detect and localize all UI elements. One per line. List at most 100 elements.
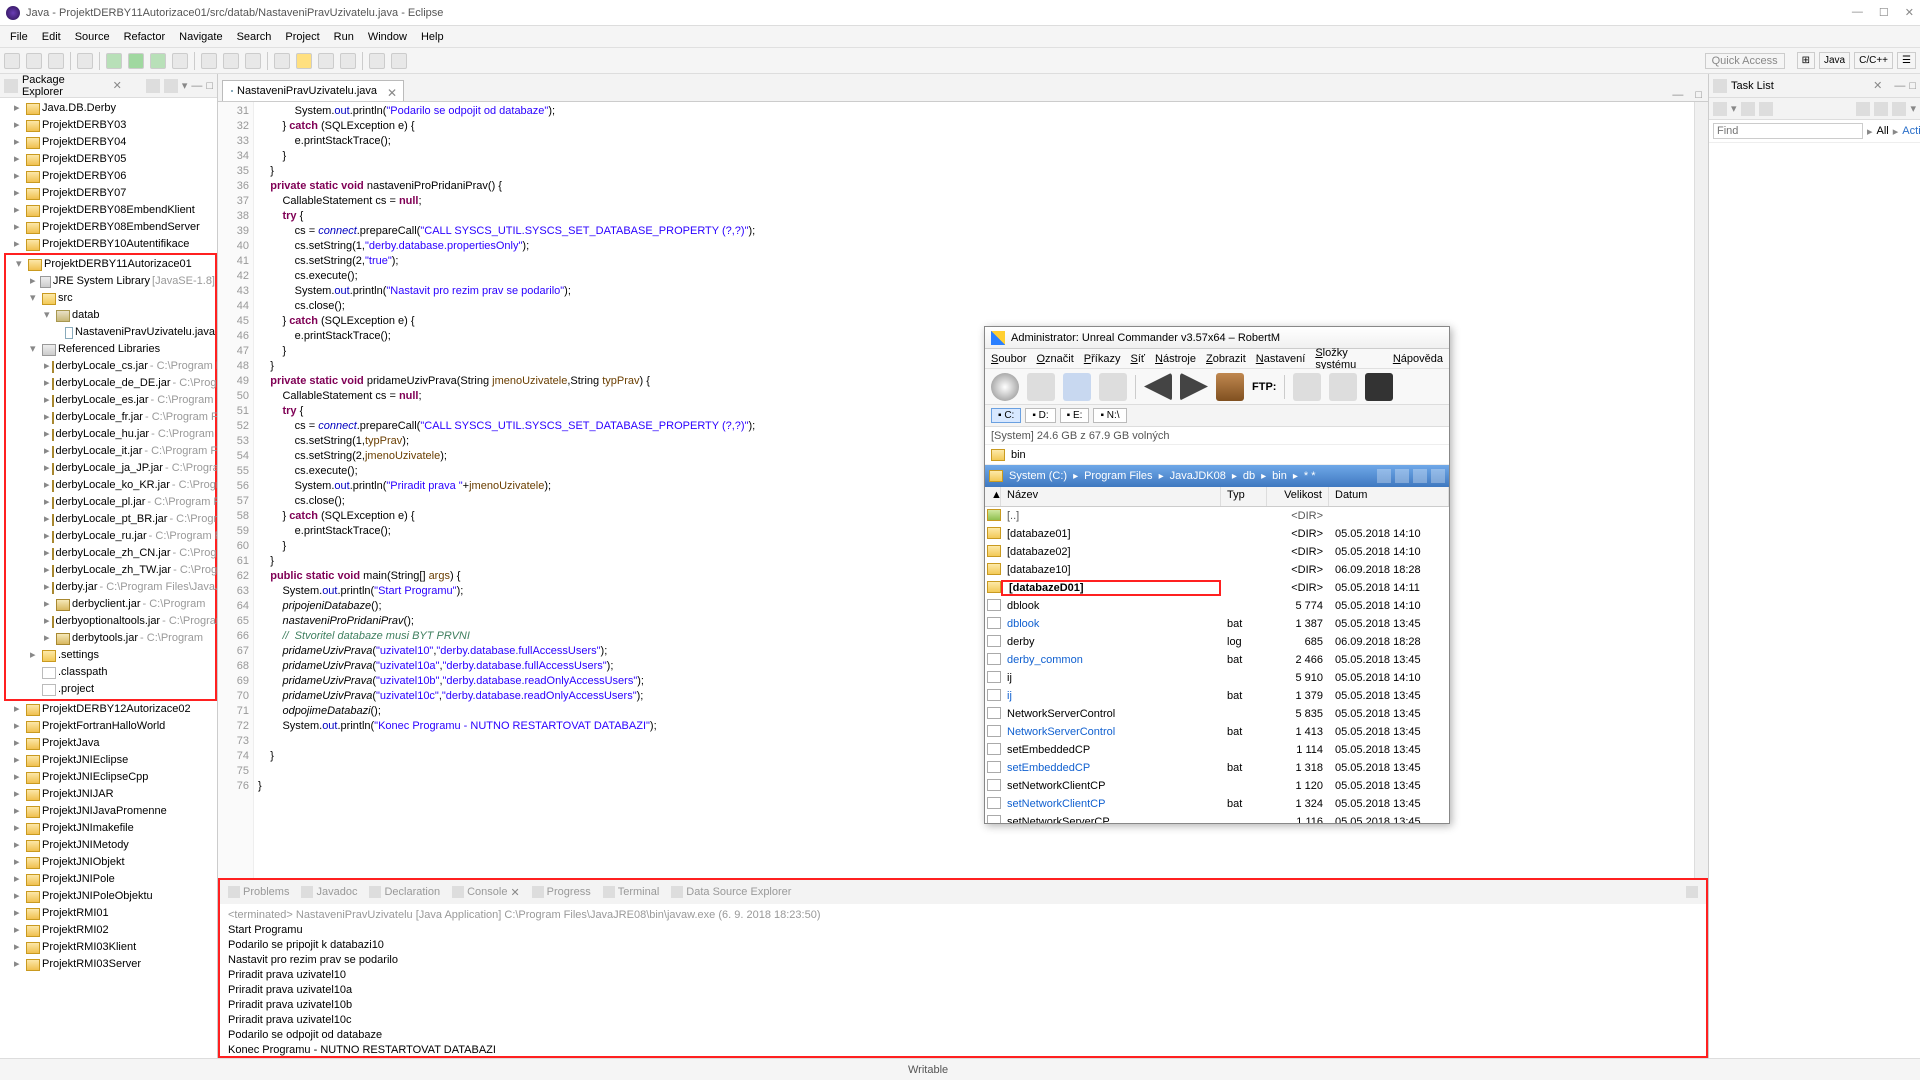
new-package-icon[interactable]	[201, 53, 217, 69]
crumb-seg[interactable]: System (C:)	[1009, 470, 1067, 482]
bottom-tab-terminal[interactable]: Terminal	[603, 886, 660, 898]
tree-item[interactable]: ▸ProjektJNIJAR	[4, 786, 217, 803]
copy-icon[interactable]	[1395, 469, 1409, 483]
tree-item[interactable]: ▸ProjektJNIEclipse	[4, 752, 217, 769]
file-row[interactable]: NetworkServerControlbat1 41305.05.2018 1…	[985, 723, 1449, 741]
col-type[interactable]: Typ	[1221, 487, 1267, 506]
tree-item[interactable]: ▸Java.DB.Derby	[4, 100, 217, 117]
tree-item[interactable]: ▸derbyLocale_de_DE.jar - C:\Program Fil	[6, 375, 215, 392]
cm-menu-příkazy[interactable]: Příkazy	[1084, 353, 1121, 365]
file-row[interactable]: NetworkServerControl5 83505.05.2018 13:4…	[985, 705, 1449, 723]
view-mode-3-icon[interactable]	[1099, 373, 1127, 401]
code-content[interactable]: System.out.println("Podarilo se odpojit …	[254, 102, 1708, 878]
new-class-icon[interactable]	[223, 53, 239, 69]
menu-navigate[interactable]: Navigate	[173, 29, 228, 45]
bottom-tab-console[interactable]: Console ✕	[452, 886, 520, 899]
filter-icon[interactable]	[1892, 102, 1906, 116]
tree-item[interactable]: ▾src	[6, 290, 215, 307]
cm-menu-nápověda[interactable]: Nápověda	[1393, 353, 1443, 365]
tree-item[interactable]: ▸ProjektDERBY06	[4, 168, 217, 185]
tree-item[interactable]: ▸ProjektRMI02	[4, 922, 217, 939]
search-icon[interactable]	[274, 53, 290, 69]
menu-file[interactable]: File	[4, 29, 34, 45]
tree-item[interactable]: ▸derbyLocale_ko_KR.jar - C:\Program Fil	[6, 477, 215, 494]
tree-item[interactable]: ▸derbyLocale_ru.jar - C:\Program Fil	[6, 528, 215, 545]
file-row[interactable]: setNetworkClientCP1 12005.05.2018 13:45	[985, 777, 1449, 795]
focus-icon[interactable]	[1759, 102, 1773, 116]
bottom-tab-data-source-explorer[interactable]: Data Source Explorer	[671, 886, 791, 898]
collapse-all-icon[interactable]	[146, 79, 160, 93]
ftp-label[interactable]: FTP:	[1252, 381, 1276, 393]
tree-item[interactable]: ▸derbyLocale_it.jar - C:\Program Fil	[6, 443, 215, 460]
tree-item[interactable]: ▸ProjektDERBY08EmbendKlient	[4, 202, 217, 219]
drive-C[interactable]: ▪ C:	[991, 408, 1021, 423]
tree-item[interactable]: ▾ProjektDERBY11Autorizace01	[6, 256, 215, 273]
up-icon[interactable]	[1413, 469, 1427, 483]
perspective-resource-icon[interactable]: ☰	[1897, 52, 1916, 69]
commander-tab-label[interactable]: bin	[1011, 449, 1026, 461]
tree-item[interactable]: ▸ProjektDERBY10Autentifikace	[4, 236, 217, 253]
back-icon[interactable]	[369, 53, 385, 69]
build-icon[interactable]	[77, 53, 93, 69]
cm-menu-složky systému[interactable]: Složky systému	[1315, 347, 1383, 371]
open-type-icon[interactable]	[245, 53, 261, 69]
file-row[interactable]: [databaze02]<DIR>05.05.2018 14:10	[985, 543, 1449, 561]
new-task-icon[interactable]	[1713, 102, 1727, 116]
drive-D[interactable]: ▪ D:	[1025, 408, 1055, 423]
perspective-cpp[interactable]: C/C++	[1854, 52, 1893, 69]
tree-item[interactable]: ▸ProjektDERBY07	[4, 185, 217, 202]
star-icon[interactable]	[1377, 469, 1391, 483]
tree-item[interactable]: ▸ProjektJNIObjekt	[4, 854, 217, 871]
tree-item[interactable]: ▸ProjektDERBY08EmbendServer	[4, 219, 217, 236]
file-row[interactable]: [databaze01]<DIR>05.05.2018 14:10	[985, 525, 1449, 543]
tree-item[interactable]: ▸ProjektDERBY04	[4, 134, 217, 151]
new-icon[interactable]	[4, 53, 20, 69]
tree-item[interactable]: ▸derbyLocale_pt_BR.jar - C:\Program Fil	[6, 511, 215, 528]
open-perspective-icon[interactable]: ⊞	[1797, 52, 1815, 69]
commander-breadcrumb[interactable]: System (C:)▸Program Files▸JavaJDK08▸db▸b…	[985, 465, 1449, 487]
editor-maximize-icon[interactable]: □	[1689, 89, 1708, 101]
crumb-seg[interactable]: db	[1243, 470, 1255, 482]
run-icon[interactable]	[128, 53, 144, 69]
file-row[interactable]: setNetworkServerCP1 11605.05.2018 13:45	[985, 813, 1449, 823]
tree-item[interactable]: ▸derbyoptionaltools.jar - C:\Program	[6, 613, 215, 630]
tree-item[interactable]: ▸derbyLocale_ja_JP.jar - C:\Program Fil	[6, 460, 215, 477]
categorize-icon[interactable]	[1741, 102, 1755, 116]
forward-icon[interactable]	[391, 53, 407, 69]
run-last-icon[interactable]	[150, 53, 166, 69]
tree-item[interactable]: ▸ProjektRMI03Klient	[4, 939, 217, 956]
tasklist-activate-link[interactable]: Activate...	[1902, 125, 1920, 137]
crumb-seg[interactable]: JavaJDK08	[1170, 470, 1226, 482]
collapse-icon[interactable]	[1874, 102, 1888, 116]
col-date[interactable]: Datum	[1329, 487, 1449, 506]
cm-menu-síť[interactable]: Síť	[1130, 353, 1145, 365]
bottom-tab-declaration[interactable]: Declaration	[369, 886, 440, 898]
tree-item[interactable]: ▸JRE System Library [JavaSE-1.8]	[6, 273, 215, 290]
cm-menu-soubor[interactable]: Soubor	[991, 353, 1026, 365]
file-row[interactable]: dblook5 77405.05.2018 14:10	[985, 597, 1449, 615]
close-icon[interactable]: ✕	[1905, 6, 1914, 19]
tree-item[interactable]: ▾datab	[6, 307, 215, 324]
tool-3-icon[interactable]	[1365, 373, 1393, 401]
menu-project[interactable]: Project	[279, 29, 325, 45]
tree-item[interactable]: ▸derbyLocale_zh_TW.jar - C:\Program	[6, 562, 215, 579]
toggle-mark-icon[interactable]	[296, 53, 312, 69]
console-output[interactable]: <terminated> NastaveniPravUzivatelu [Jav…	[220, 904, 1706, 1056]
tool-2-icon[interactable]	[1329, 373, 1357, 401]
save-icon[interactable]	[26, 53, 42, 69]
task-icon[interactable]	[318, 53, 334, 69]
tree-item[interactable]: ▸ProjektJNIJavaPromenne	[4, 803, 217, 820]
link-editor-icon[interactable]	[164, 79, 178, 93]
sync-icon[interactable]	[1856, 102, 1870, 116]
tree-item[interactable]: .project	[6, 681, 215, 698]
tree-item[interactable]: ▸derbytools.jar - C:\Program	[6, 630, 215, 647]
tree-item[interactable]: ▸ProjektJNIEclipseCpp	[4, 769, 217, 786]
menu-search[interactable]: Search	[231, 29, 278, 45]
tree-item[interactable]: ▸ProjektJNIMetody	[4, 837, 217, 854]
file-row[interactable]: ij5 91005.05.2018 14:10	[985, 669, 1449, 687]
bottom-tab-problems[interactable]: Problems	[228, 886, 289, 898]
tree-item[interactable]: ▸ProjektRMI01	[4, 905, 217, 922]
tree-item[interactable]: ▸ProjektDERBY03	[4, 117, 217, 134]
menu-refactor[interactable]: Refactor	[118, 29, 172, 45]
menu-run[interactable]: Run	[328, 29, 360, 45]
